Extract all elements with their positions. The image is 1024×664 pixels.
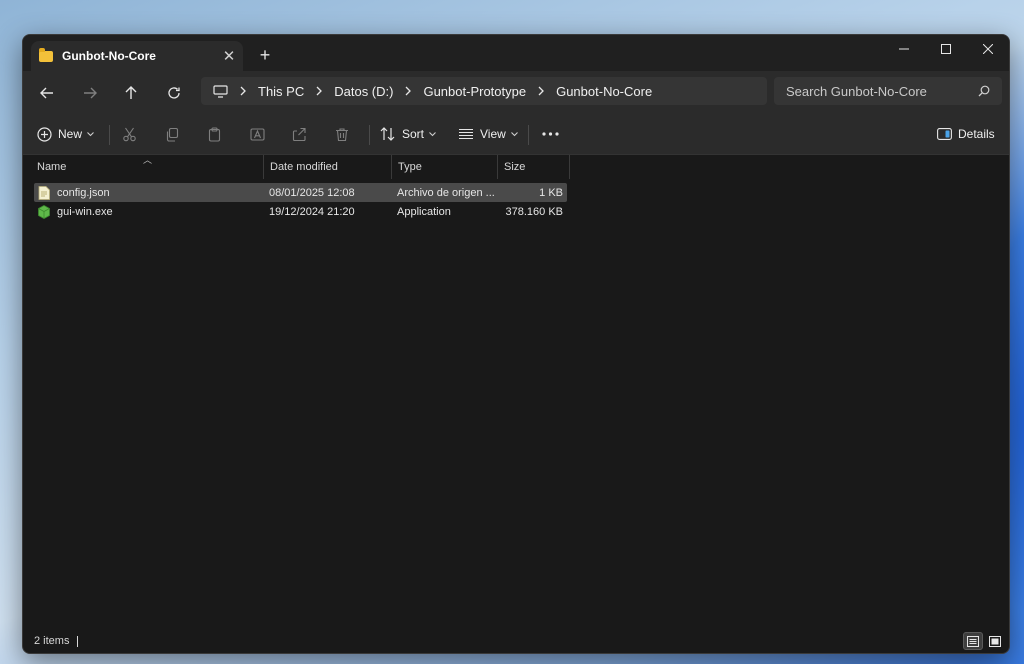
rename-button[interactable] [250, 120, 266, 148]
navigation-bar: This PC Datos (D:) Gunbot-Prototype Gunb… [23, 71, 1009, 113]
sort-label: Sort [402, 127, 425, 141]
share-icon [292, 127, 306, 141]
column-headers: ︿ Name Date modified Type Size [23, 155, 1009, 179]
scissors-icon [123, 127, 136, 141]
trash-icon [336, 127, 348, 141]
file-date: 08/01/2025 12:08 [269, 186, 355, 199]
file-list: config.json 08/01/2025 12:08 Archivo de … [34, 183, 567, 221]
chevron-right-icon [397, 86, 419, 96]
minimize-button[interactable] [883, 35, 925, 63]
column-header-date[interactable]: Date modified [264, 155, 392, 179]
file-type: Application [397, 205, 451, 218]
tiles-view-button[interactable] [985, 632, 1005, 650]
delete-button[interactable] [335, 120, 349, 148]
window-controls [883, 35, 1009, 63]
details-pane-button[interactable]: Details [937, 120, 995, 148]
copy-button[interactable] [165, 120, 180, 148]
share-button[interactable] [292, 120, 307, 148]
file-row-config-json[interactable]: config.json 08/01/2025 12:08 Archivo de … [34, 183, 567, 202]
new-tab-button[interactable]: + [253, 43, 277, 67]
sort-icon [380, 127, 395, 141]
view-button[interactable]: View [458, 120, 518, 148]
chevron-right-icon [232, 86, 254, 96]
title-bar: Gunbot-No-Core ✕ + [23, 35, 1009, 71]
file-explorer-window: Gunbot-No-Core ✕ + This PC Datos (D:) Gu… [22, 34, 1010, 654]
column-header-size[interactable]: Size [498, 155, 570, 179]
view-toggle [963, 632, 1005, 650]
tab-gunbot-no-core[interactable]: Gunbot-No-Core ✕ [31, 41, 243, 71]
separator [109, 125, 110, 145]
details-view-button[interactable] [963, 632, 983, 650]
clipboard-icon [208, 126, 221, 142]
maximize-icon [941, 44, 951, 54]
cut-button[interactable] [122, 120, 137, 148]
file-type: Archivo de origen ... [397, 186, 495, 199]
breadcrumb-this-pc[interactable]: This PC [258, 84, 304, 99]
status-divider [77, 635, 79, 647]
address-bar[interactable]: This PC Datos (D:) Gunbot-Prototype Gunb… [201, 77, 767, 105]
breadcrumb-gunbot-no-core[interactable]: Gunbot-No-Core [556, 84, 652, 99]
back-button[interactable] [33, 79, 61, 107]
forward-button[interactable] [76, 79, 104, 107]
rename-icon [250, 127, 265, 141]
json-file-icon [38, 185, 50, 200]
tiles-view-icon [989, 635, 1001, 647]
more-dots-icon [542, 132, 559, 136]
breadcrumb-datos[interactable]: Datos (D:) [334, 84, 393, 99]
minimize-icon [899, 48, 909, 50]
arrow-left-icon [40, 87, 53, 99]
close-icon [983, 44, 993, 54]
refresh-icon [168, 87, 180, 99]
more-options-button[interactable] [542, 120, 559, 148]
view-label: View [480, 127, 506, 141]
column-header-name[interactable]: Name [31, 155, 264, 179]
paste-button[interactable] [207, 120, 222, 148]
separator [528, 125, 529, 145]
column-header-type[interactable]: Type [392, 155, 498, 179]
search-icon [978, 85, 990, 97]
list-view-icon [459, 128, 473, 140]
copy-icon [166, 127, 179, 142]
file-name: gui-win.exe [57, 205, 113, 218]
sort-button[interactable]: Sort [380, 120, 436, 148]
exe-file-icon [38, 204, 50, 219]
details-pane-icon [937, 128, 952, 140]
new-label: New [58, 127, 83, 141]
chevron-down-icon [87, 131, 94, 136]
close-window-button[interactable] [967, 35, 1009, 63]
chevron-right-icon [308, 86, 330, 96]
tab-close-button[interactable]: ✕ [217, 44, 241, 68]
search-box[interactable]: Search Gunbot-No-Core [774, 77, 1002, 105]
separator [369, 125, 370, 145]
arrow-right-icon [84, 87, 97, 99]
refresh-button[interactable] [160, 79, 188, 107]
status-bar: 2 items [23, 629, 1009, 653]
chevron-down-icon [510, 131, 518, 136]
chevron-down-icon [429, 131, 436, 136]
command-bar: New Sort View Details [23, 113, 1009, 155]
folder-icon [39, 47, 53, 62]
item-count: 2 items [34, 635, 70, 647]
file-name: config.json [57, 186, 110, 199]
search-input[interactable]: Search Gunbot-No-Core [786, 84, 978, 99]
chevron-right-icon [530, 86, 552, 96]
file-row-gui-win-exe[interactable]: gui-win.exe 19/12/2024 21:20 Application… [34, 202, 567, 221]
computer-icon [213, 84, 228, 98]
file-size: 378.160 KB [505, 205, 564, 218]
file-size: 1 KB [539, 186, 563, 199]
details-view-icon [967, 635, 979, 647]
tab-title: Gunbot-No-Core [62, 49, 156, 63]
file-date: 19/12/2024 21:20 [269, 205, 355, 218]
up-button[interactable] [117, 79, 145, 107]
arrow-up-icon [125, 86, 137, 99]
breadcrumb-gunbot-prototype[interactable]: Gunbot-Prototype [423, 84, 526, 99]
plus-circle-icon [37, 126, 52, 142]
maximize-button[interactable] [925, 35, 967, 63]
details-label: Details [958, 127, 995, 141]
new-button[interactable]: New [37, 120, 94, 148]
